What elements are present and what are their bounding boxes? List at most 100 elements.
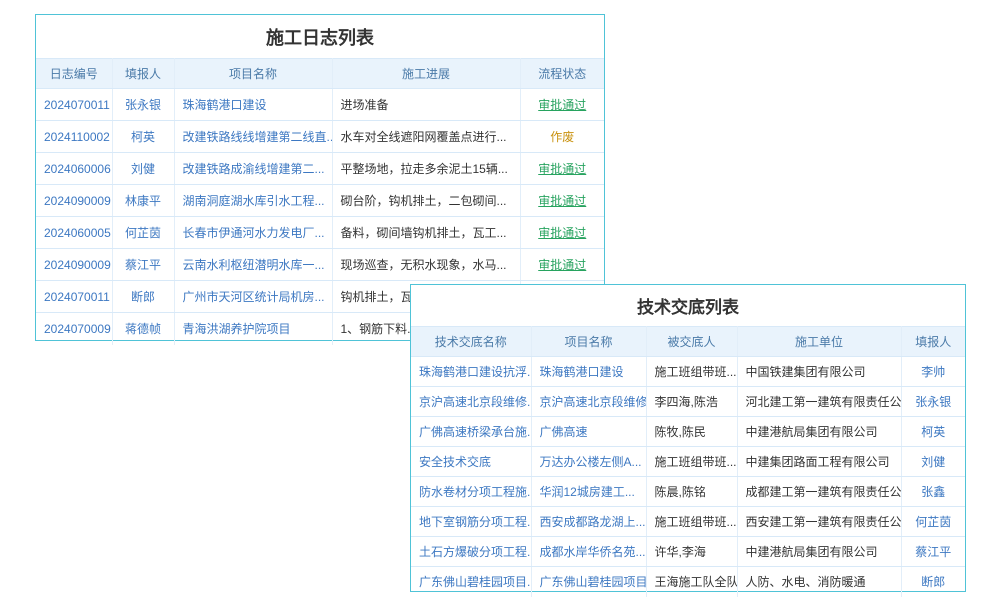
- log-reporter-link[interactable]: 刘健: [112, 153, 174, 185]
- disclosure-table-row: 安全技术交底万达办公楼左侧A...施工班组带班...中建集团路面工程有限公司刘健: [411, 447, 965, 477]
- disclosure-reporter-link[interactable]: 蔡江平: [901, 537, 965, 567]
- tech-disclosure-panel: 技术交底列表 技术交底名称 项目名称 被交底人 施工单位 填报人 珠海鹤港口建设…: [410, 284, 966, 592]
- disclosure-unit-text: 西安建工第一建筑有限责任公司: [737, 507, 901, 537]
- log-project-link[interactable]: 改建铁路成渝线增建第二...: [174, 153, 332, 185]
- disclosure-reporter-link[interactable]: 张永银: [901, 387, 965, 417]
- disclosure-unit-text: 中建港航局集团有限公司: [737, 537, 901, 567]
- log-reporter-link[interactable]: 何芷茵: [112, 217, 174, 249]
- log-progress-text: 平整场地，拉走多余泥土15辆...: [332, 153, 520, 185]
- log-table-row: 2024090009林康平湖南洞庭湖水库引水工程...砌台阶，钩机排土，二包砌间…: [36, 185, 604, 217]
- disclosure-name-link[interactable]: 地下室钢筋分项工程...: [411, 507, 531, 537]
- log-table-row: 2024110002柯英改建铁路线线增建第二线直...水车对全线遮阳网覆盖点进行…: [36, 121, 604, 153]
- log-project-link[interactable]: 长春市伊通河水力发电厂...: [174, 217, 332, 249]
- disclosure-briefed-text: 施工班组带班...: [646, 507, 737, 537]
- disclosure-name-link[interactable]: 广佛高速桥梁承台施...: [411, 417, 531, 447]
- log-id-link[interactable]: 2024070009: [36, 313, 112, 345]
- disclosure-project-link[interactable]: 华润12城房建工...: [531, 477, 646, 507]
- disclosure-col-reporter: 填报人: [901, 327, 965, 357]
- disclosure-project-link[interactable]: 广佛高速: [531, 417, 646, 447]
- log-col-status: 流程状态: [520, 59, 604, 89]
- disclosure-reporter-link[interactable]: 断郎: [901, 567, 965, 597]
- disclosure-briefed-text: 王海施工队全队: [646, 567, 737, 597]
- log-table-row: 2024060005何芷茵长春市伊通河水力发电厂...备料，砌间墙钩机排土，瓦工…: [36, 217, 604, 249]
- log-id-link[interactable]: 2024090009: [36, 185, 112, 217]
- log-id-link[interactable]: 2024060006: [36, 153, 112, 185]
- log-project-link[interactable]: 青海洪湖养护院项目: [174, 313, 332, 345]
- disclosure-table-row: 地下室钢筋分项工程...西安成都路龙湖上...施工班组带班...西安建工第一建筑…: [411, 507, 965, 537]
- disclosure-reporter-link[interactable]: 刘健: [901, 447, 965, 477]
- log-col-reporter: 填报人: [112, 59, 174, 89]
- disclosure-name-link[interactable]: 京沪高速北京段维修...: [411, 387, 531, 417]
- log-reporter-link[interactable]: 蒋德帧: [112, 313, 174, 345]
- log-project-link[interactable]: 云南水利枢纽潜明水库一...: [174, 249, 332, 281]
- disclosure-table-row: 京沪高速北京段维修...京沪高速北京段维修李四海,陈浩河北建工第一建筑有限责任公…: [411, 387, 965, 417]
- disclosure-project-link[interactable]: 西安成都路龙湖上...: [531, 507, 646, 537]
- log-table-row: 2024070011张永银珠海鹤港口建设进场准备审批通过: [36, 89, 604, 121]
- disclosure-reporter-link[interactable]: 何芷茵: [901, 507, 965, 537]
- disclosure-reporter-link[interactable]: 张鑫: [901, 477, 965, 507]
- log-reporter-link[interactable]: 柯英: [112, 121, 174, 153]
- log-table-row: 2024060006刘健改建铁路成渝线增建第二...平整场地，拉走多余泥土15辆…: [36, 153, 604, 185]
- log-status-link[interactable]: 审批通过: [520, 89, 604, 121]
- page: { "log_panel": { "title": "施工日志列表", "col…: [0, 0, 1000, 600]
- disclosure-table-row: 防水卷材分项工程施...华润12城房建工...陈晨,陈铭成都建工第一建筑有限责任…: [411, 477, 965, 507]
- log-id-link[interactable]: 2024110002: [36, 121, 112, 153]
- disclosure-briefed-text: 施工班组带班...: [646, 447, 737, 477]
- disclosure-name-link[interactable]: 土石方爆破分项工程...: [411, 537, 531, 567]
- disclosure-unit-text: 中建港航局集团有限公司: [737, 417, 901, 447]
- disclosure-briefed-text: 施工班组带班...: [646, 357, 737, 387]
- disclosure-project-link[interactable]: 万达办公楼左侧A...: [531, 447, 646, 477]
- disclosure-reporter-link[interactable]: 李帅: [901, 357, 965, 387]
- disclosure-project-link[interactable]: 成都水岸华侨名苑...: [531, 537, 646, 567]
- log-progress-text: 进场准备: [332, 89, 520, 121]
- construction-log-title: 施工日志列表: [36, 15, 604, 58]
- log-reporter-link[interactable]: 张永银: [112, 89, 174, 121]
- tech-disclosure-table: 技术交底名称 项目名称 被交底人 施工单位 填报人 珠海鹤港口建设抗浮...珠海…: [411, 326, 965, 597]
- disclosure-name-link[interactable]: 安全技术交底: [411, 447, 531, 477]
- log-id-link[interactable]: 2024070011: [36, 89, 112, 121]
- disclosure-reporter-link[interactable]: 柯英: [901, 417, 965, 447]
- log-table-row: 2024090009蔡江平云南水利枢纽潜明水库一...现场巡查，无积水现象，水马…: [36, 249, 604, 281]
- log-status-link[interactable]: 审批通过: [520, 185, 604, 217]
- log-progress-text: 水车对全线遮阳网覆盖点进行...: [332, 121, 520, 153]
- log-status-link[interactable]: 作废: [520, 121, 604, 153]
- disclosure-header-row: 技术交底名称 项目名称 被交底人 施工单位 填报人: [411, 327, 965, 357]
- disclosure-project-link[interactable]: 京沪高速北京段维修: [531, 387, 646, 417]
- disclosure-name-link[interactable]: 防水卷材分项工程施...: [411, 477, 531, 507]
- log-project-link[interactable]: 湖南洞庭湖水库引水工程...: [174, 185, 332, 217]
- disclosure-col-project: 项目名称: [531, 327, 646, 357]
- log-status-link[interactable]: 审批通过: [520, 249, 604, 281]
- log-id-link[interactable]: 2024070011: [36, 281, 112, 313]
- log-progress-text: 备料，砌间墙钩机排土，瓦工...: [332, 217, 520, 249]
- log-id-link[interactable]: 2024060005: [36, 217, 112, 249]
- disclosure-table-row: 珠海鹤港口建设抗浮...珠海鹤港口建设施工班组带班...中国铁建集团有限公司李帅: [411, 357, 965, 387]
- log-id-link[interactable]: 2024090009: [36, 249, 112, 281]
- disclosure-project-link[interactable]: 广东佛山碧桂园项目: [531, 567, 646, 597]
- log-status-link[interactable]: 审批通过: [520, 153, 604, 185]
- disclosure-project-link[interactable]: 珠海鹤港口建设: [531, 357, 646, 387]
- disclosure-col-unit: 施工单位: [737, 327, 901, 357]
- disclosure-briefed-text: 陈晨,陈铭: [646, 477, 737, 507]
- log-reporter-link[interactable]: 断郎: [112, 281, 174, 313]
- disclosure-briefed-text: 陈牧,陈民: [646, 417, 737, 447]
- disclosure-briefed-text: 李四海,陈浩: [646, 387, 737, 417]
- disclosure-table-row: 广佛高速桥梁承台施...广佛高速陈牧,陈民中建港航局集团有限公司柯英: [411, 417, 965, 447]
- disclosure-table-row: 土石方爆破分项工程...成都水岸华侨名苑...许华,李海中建港航局集团有限公司蔡…: [411, 537, 965, 567]
- disclosure-name-link[interactable]: 珠海鹤港口建设抗浮...: [411, 357, 531, 387]
- log-project-link[interactable]: 广州市天河区统计局机房...: [174, 281, 332, 313]
- disclosure-table-row: 广东佛山碧桂园项目...广东佛山碧桂园项目王海施工队全队人防、水电、消防暖通断郎: [411, 567, 965, 597]
- tech-disclosure-title: 技术交底列表: [411, 285, 965, 326]
- log-reporter-link[interactable]: 林康平: [112, 185, 174, 217]
- log-status-link[interactable]: 审批通过: [520, 217, 604, 249]
- log-progress-text: 砌台阶，钩机排土，二包砌间...: [332, 185, 520, 217]
- disclosure-name-link[interactable]: 广东佛山碧桂园项目...: [411, 567, 531, 597]
- log-col-id: 日志编号: [36, 59, 112, 89]
- disclosure-unit-text: 成都建工第一建筑有限责任公司: [737, 477, 901, 507]
- log-reporter-link[interactable]: 蔡江平: [112, 249, 174, 281]
- log-project-link[interactable]: 珠海鹤港口建设: [174, 89, 332, 121]
- log-project-link[interactable]: 改建铁路线线增建第二线直...: [174, 121, 332, 153]
- log-col-project: 项目名称: [174, 59, 332, 89]
- disclosure-unit-text: 河北建工第一建筑有限责任公司: [737, 387, 901, 417]
- log-header-row: 日志编号 填报人 项目名称 施工进展 流程状态: [36, 59, 604, 89]
- disclosure-briefed-text: 许华,李海: [646, 537, 737, 567]
